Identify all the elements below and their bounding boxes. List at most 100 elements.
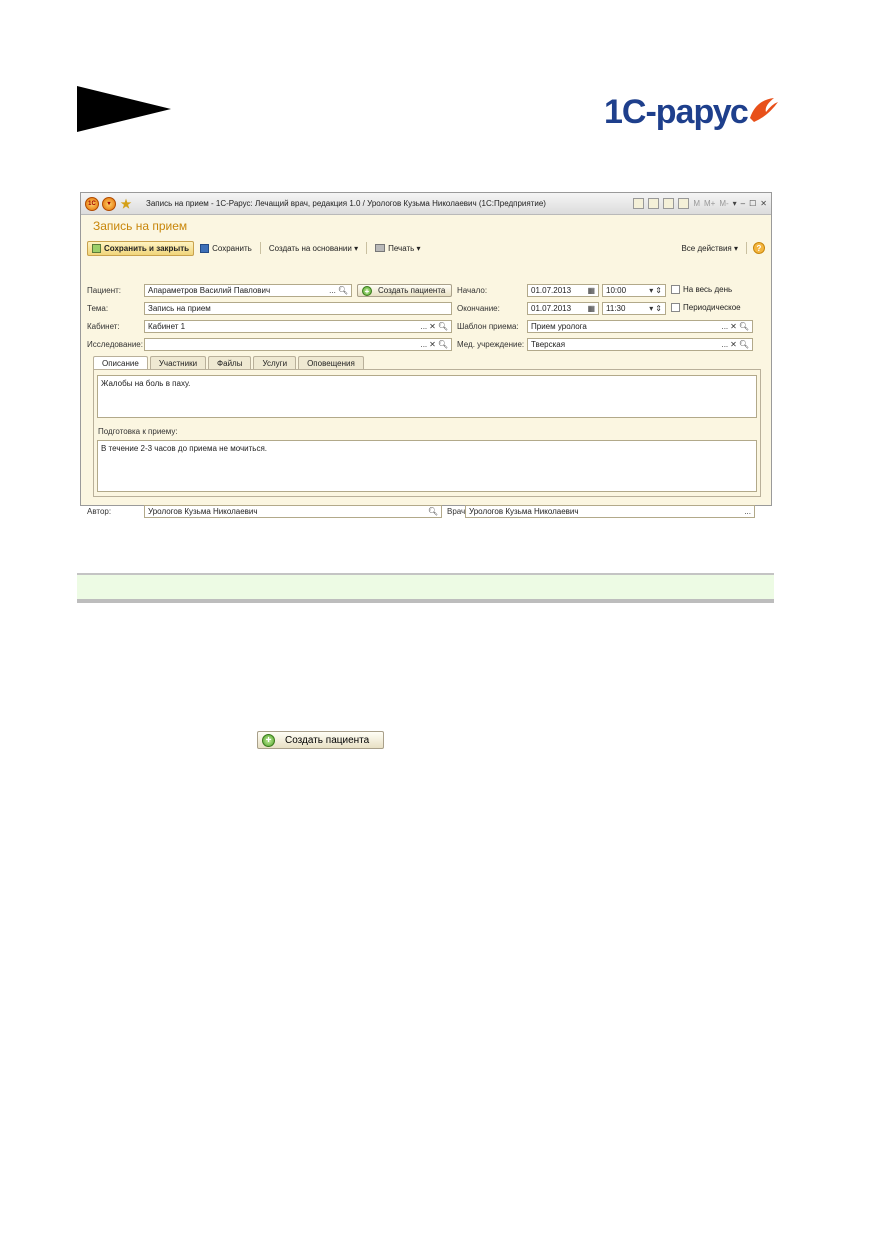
search-icon[interactable]: 🔍︎ [739, 321, 749, 332]
end-time-field[interactable]: 11:30 ▾ ⇕ [602, 302, 666, 315]
start-date-value: 01.07.2013 [531, 286, 572, 295]
author-field[interactable]: Урологов Кузьма Николаевич 🔍︎ [144, 505, 442, 518]
start-time-value: 10:00 [606, 286, 627, 295]
create-based-button[interactable]: Создать на основании ▾ [267, 244, 360, 253]
chevron-down-icon[interactable]: ▾ [649, 303, 653, 314]
clear-icon[interactable]: ✕ [429, 339, 436, 350]
select-button[interactable]: ... [721, 321, 728, 332]
clear-icon[interactable]: ✕ [429, 321, 436, 332]
clear-icon[interactable]: ✕ [730, 321, 737, 332]
home-icon[interactable] [633, 198, 645, 209]
allday-label: На весь день [683, 285, 733, 294]
menu-dropdown-icon[interactable]: ▾ [102, 196, 116, 211]
doc-icon[interactable] [648, 198, 660, 209]
patient-label: Пациент: [87, 286, 122, 295]
periodic-checkbox[interactable]: Периодическое [671, 303, 741, 312]
memory-plus-button[interactable]: M+ [704, 199, 715, 208]
end-date-value: 01.07.2013 [531, 304, 572, 313]
end-date-field[interactable]: 01.07.2013 ▦ [527, 302, 599, 315]
select-button[interactable]: ... [420, 321, 427, 332]
template-label: Шаблон приема: [457, 322, 519, 331]
calendar-icon[interactable]: ▦ [587, 303, 595, 314]
save-label: Сохранить [212, 243, 252, 253]
chevron-down-icon[interactable]: ▾ [649, 285, 653, 296]
topic-field[interactable]: Запись на прием [144, 302, 452, 315]
window-title: Запись на прием - 1С-Рарус: Лечащий врач… [146, 199, 546, 208]
search-icon[interactable]: 🔍︎ [739, 339, 749, 350]
save-close-label: Сохранить и закрыть [104, 243, 190, 253]
calendar-icon[interactable]: ▦ [587, 285, 595, 296]
logo-text: 1С-рарус [604, 93, 749, 131]
highlight-bar [77, 573, 774, 603]
all-actions-label: Все действия [681, 243, 732, 253]
create-patient-button[interactable]: + Создать пациента [357, 284, 452, 297]
allday-checkbox[interactable]: На весь день [671, 285, 732, 294]
cabinet-value: Кабинет 1 [148, 322, 186, 331]
memory-minus-button[interactable]: M- [719, 199, 728, 208]
plus-icon: + [262, 733, 275, 747]
save-close-button[interactable]: Сохранить и закрыть [87, 240, 195, 256]
checkbox-box[interactable] [671, 303, 680, 312]
start-time-field[interactable]: 10:00 ▾ ⇕ [602, 284, 666, 297]
create-patient-button-large[interactable]: + Создать пациента [257, 731, 384, 749]
end-time-value: 11:30 [606, 304, 626, 313]
prep-textarea[interactable]: В течение 2-3 часов до приема не мочитьс… [97, 440, 757, 492]
tab-panel-description: Жалобы на боль в паху. Подготовка к прие… [93, 369, 761, 497]
chevron-down-icon: ▾ [731, 243, 738, 253]
select-button[interactable]: ... [744, 506, 751, 517]
start-date-field[interactable]: 01.07.2013 ▦ [527, 284, 599, 297]
tab-2[interactable]: Файлы [208, 356, 252, 369]
spinner-icon[interactable]: ⇕ [655, 285, 662, 296]
dropdown-icon[interactable]: ▾ [733, 199, 737, 208]
toolbar-separator [366, 242, 368, 254]
calendar-icon[interactable] [678, 198, 690, 209]
calc-icon[interactable] [663, 198, 675, 209]
cabinet-field[interactable]: Кабинет 1 ... ✕ 🔍︎ [144, 320, 452, 333]
template-value: Прием уролога [531, 322, 587, 331]
memory-m-button[interactable]: M [693, 199, 700, 208]
maximize-icon[interactable]: ☐ [749, 199, 756, 208]
minimize-icon[interactable]: – [741, 199, 745, 208]
search-icon[interactable]: 🔍︎ [438, 339, 448, 350]
patient-field[interactable]: Апараметров Василий Павлович ... 🔍︎ [144, 284, 352, 297]
tab-1[interactable]: Участники [149, 356, 207, 369]
select-button[interactable]: ... [721, 339, 728, 350]
clear-icon[interactable]: ✕ [730, 339, 737, 350]
spinner-icon[interactable]: ⇕ [655, 303, 662, 314]
topic-label: Тема: [87, 304, 109, 313]
favorites-star-icon[interactable]: ★ [119, 197, 133, 211]
prep-label: Подготовка к приему: [98, 427, 178, 436]
logo-swoosh-icon [749, 98, 778, 122]
app-logo-icon[interactable]: 1С [85, 196, 99, 211]
search-icon[interactable]: 🔍︎ [338, 285, 348, 296]
select-button[interactable]: ... [420, 339, 427, 350]
select-button[interactable]: ... [329, 285, 336, 296]
save-button[interactable]: Сохранить [198, 243, 254, 253]
plus-icon: + [362, 285, 372, 296]
doctor-value: Урологов Кузьма Николаевич [469, 507, 579, 516]
search-icon[interactable]: 🔍︎ [438, 321, 448, 332]
disk-icon [200, 243, 210, 253]
tab-0[interactable]: Описание [93, 356, 148, 369]
create-based-label: Создать на основании [268, 243, 352, 253]
topic-value: Запись на прием [148, 304, 211, 313]
author-label: Автор: [87, 507, 112, 516]
create-patient-label: Создать пациента [378, 286, 446, 295]
tab-4[interactable]: Оповещения [298, 356, 364, 369]
print-button[interactable]: Печать ▾ [373, 244, 422, 253]
med-field[interactable]: Тверская ... ✕ 🔍︎ [527, 338, 753, 351]
app-window: 1С ▾ ★ Запись на прием - 1С-Рарус: Лечащ… [80, 192, 772, 518]
search-icon[interactable]: 🔍︎ [428, 506, 438, 517]
all-actions-button[interactable]: Все действия ▾ [679, 244, 740, 253]
template-field[interactable]: Прием уролога ... ✕ 🔍︎ [527, 320, 753, 333]
tab-3[interactable]: Услуги [253, 356, 297, 369]
doctor-field[interactable]: Урологов Кузьма Николаевич ... [465, 505, 755, 518]
close-icon[interactable]: ✕ [760, 199, 767, 208]
form-title: Запись на прием [93, 219, 188, 233]
study-field[interactable]: ... ✕ 🔍︎ [144, 338, 452, 351]
print-label: Печать [388, 243, 415, 253]
description-textarea[interactable]: Жалобы на боль в паху. [97, 375, 757, 418]
checkbox-box[interactable] [671, 285, 680, 294]
help-icon[interactable]: ? [753, 242, 765, 254]
arrow-icon [77, 86, 171, 132]
